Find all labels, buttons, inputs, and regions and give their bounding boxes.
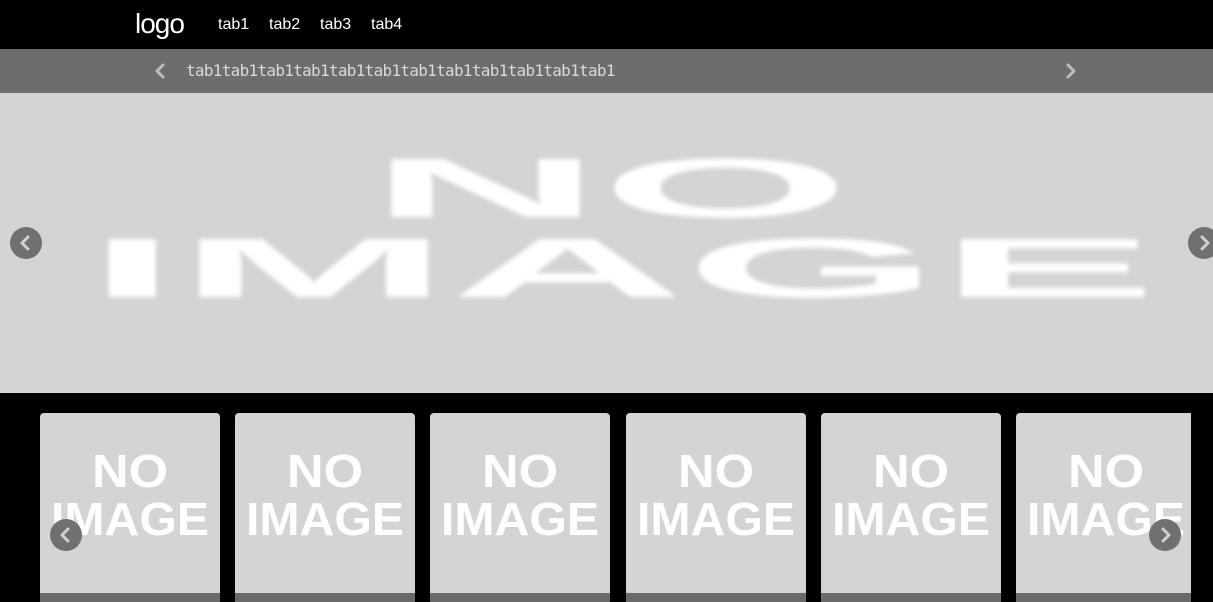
nav-tab-4[interactable]: tab4 [371, 15, 402, 35]
no-image-placeholder: NO IMAGE [246, 445, 404, 545]
no-image-placeholder: NO IMAGE [637, 445, 795, 545]
hero-carousel-image[interactable]: NO IMAGE [0, 93, 1213, 393]
thumbnail-card[interactable]: NO IMAGE [1016, 413, 1191, 602]
thumbnail-card[interactable]: NO IMAGE [430, 413, 610, 602]
chevron-left-icon [20, 235, 30, 251]
nav-tab-3[interactable]: tab3 [320, 15, 351, 35]
thumb-placeholder-line2: IMAGE [637, 493, 795, 545]
thumbnail-caption-bar [626, 593, 806, 602]
thumb-placeholder-line1: NO [482, 445, 558, 497]
no-image-placeholder: NO IMAGE [832, 445, 990, 545]
sub-navigation-strip: tab1tab1tab1tab1tab1tab1tab1tab1tab1tab1… [0, 49, 1213, 93]
thumbnail-caption-bar [1016, 593, 1191, 602]
thumb-placeholder-line1: NO [873, 445, 949, 497]
chevron-right-icon [1066, 63, 1076, 79]
thumb-placeholder-line1: NO [1068, 445, 1144, 497]
thumbnail-card[interactable]: NO IMAGE [821, 413, 1001, 602]
thumbnail-carousel: NO IMAGE NO IMAGE NO IMAGE NO IMAGE NO I… [40, 413, 1191, 602]
logo[interactable]: logo [135, 6, 185, 42]
thumb-placeholder-line1: NO [678, 445, 754, 497]
thumbnail-caption-bar [40, 593, 220, 602]
thumbnail-card[interactable]: NO IMAGE [626, 413, 806, 602]
hero-next-button[interactable] [1188, 227, 1213, 259]
thumbnails-next-button[interactable] [1149, 519, 1181, 551]
thumb-placeholder-line2: IMAGE [246, 493, 404, 545]
chevron-left-icon [60, 527, 70, 543]
subnav-next-button[interactable] [1060, 60, 1082, 82]
thumb-placeholder-line1: NO [92, 445, 168, 497]
no-image-placeholder: NO IMAGE [1027, 445, 1185, 545]
thumb-placeholder-line1: NO [287, 445, 363, 497]
thumbnail-card[interactable]: NO IMAGE [235, 413, 415, 602]
no-image-placeholder: NO IMAGE [87, 141, 1157, 315]
thumbnail-caption-bar [821, 593, 1001, 602]
subnav-prev-button[interactable] [149, 60, 171, 82]
thumb-placeholder-line2: IMAGE [832, 493, 990, 545]
hero-placeholder-line2: IMAGE [87, 221, 1157, 315]
nav-tab-2[interactable]: tab2 [269, 15, 300, 35]
chevron-right-icon [1161, 527, 1171, 543]
thumbnail-caption-bar [235, 593, 415, 602]
subnav-tabs-text[interactable]: tab1tab1tab1tab1tab1tab1tab1tab1tab1tab1… [186, 61, 615, 81]
nav-tab-1[interactable]: tab1 [218, 15, 249, 35]
chevron-right-icon [1200, 235, 1210, 251]
thumbnail-card[interactable]: NO IMAGE [40, 413, 220, 602]
no-image-placeholder: NO IMAGE [51, 445, 209, 545]
chevron-left-icon [155, 63, 165, 79]
top-navigation-bar: logo tab1 tab2 tab3 tab4 [0, 0, 1213, 49]
no-image-placeholder: NO IMAGE [441, 445, 599, 545]
hero-prev-button[interactable] [10, 227, 42, 259]
thumbnail-caption-bar [430, 593, 610, 602]
thumb-placeholder-line2: IMAGE [441, 493, 599, 545]
thumbnails-prev-button[interactable] [50, 519, 82, 551]
